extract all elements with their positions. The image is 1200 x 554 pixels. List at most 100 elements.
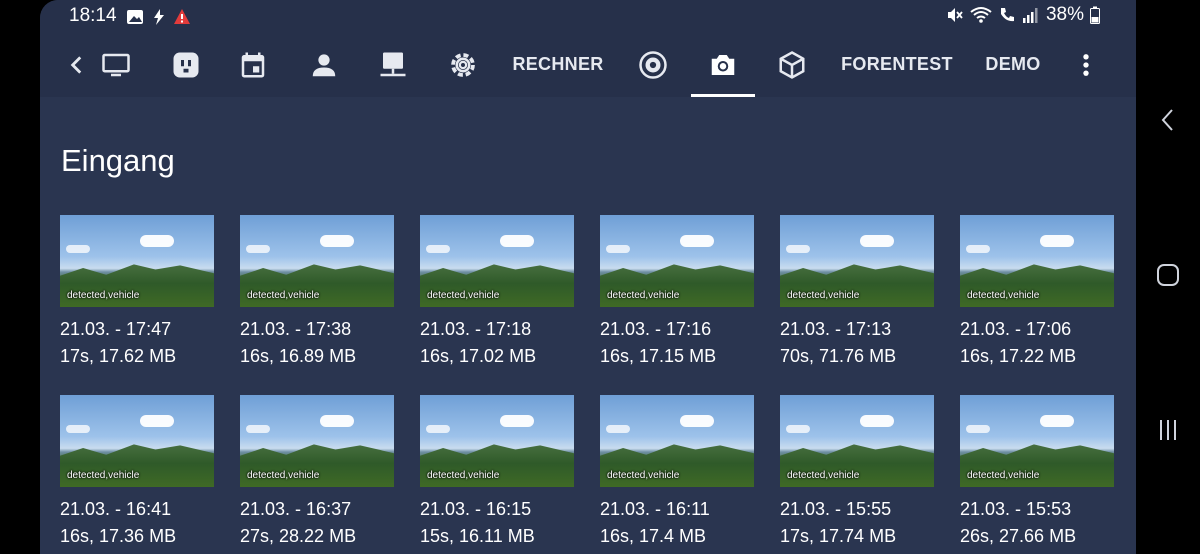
recording-tag: detected,vehicle	[607, 290, 680, 301]
recording-info: 16s, 17.22 MB	[960, 346, 1077, 366]
nav-recents-icon[interactable]	[1154, 416, 1182, 444]
recording-time: 21.03. - 17:13	[780, 319, 892, 339]
battery-icon	[1090, 6, 1100, 24]
thumbnail-cloud	[500, 235, 534, 247]
recording-time: 21.03. - 17:18	[420, 319, 532, 339]
recording-info: 26s, 27.66 MB	[960, 526, 1077, 546]
recording-card[interactable]: detected,vehicle 21.03. - 17:16 16s, 17.15…	[600, 215, 754, 370]
thumbnail-cloud	[66, 245, 90, 253]
recording-thumbnail[interactable]: detected,vehicle	[240, 215, 394, 307]
recording-card[interactable]: detected,vehicle 21.03. - 17:38 16s, 16.89…	[240, 215, 394, 370]
tab-demo[interactable]: DEMO	[976, 32, 1050, 97]
thumbnail-cloud	[606, 425, 630, 433]
recording-card[interactable]: detected,vehicle 21.03. - 15:53 26s, 27.66…	[960, 395, 1114, 550]
tab-person[interactable]	[304, 32, 344, 97]
wifi-call-icon	[1000, 8, 1014, 22]
calendar-icon	[241, 52, 265, 77]
thumbnail-cloud	[1040, 415, 1074, 427]
thumbnail-cloud	[966, 245, 990, 253]
thumbnail-cloud	[680, 235, 714, 247]
recording-time: 21.03. - 16:11	[600, 499, 710, 519]
tab-socket[interactable]	[166, 32, 206, 97]
tab-monitor[interactable]	[96, 32, 136, 97]
recording-time: 21.03. - 15:53	[960, 499, 1072, 519]
recording-card[interactable]: detected,vehicle 21.03. - 16:37 27s, 28.22…	[240, 395, 394, 550]
recording-time: 21.03. - 15:55	[780, 499, 892, 519]
tab-box[interactable]	[772, 32, 812, 97]
back-chevron-icon	[70, 55, 82, 74]
recording-info: 15s, 16.11 MB	[420, 526, 535, 546]
recording-thumbnail[interactable]: detected,vehicle	[600, 215, 754, 307]
thumbnail-cloud	[66, 425, 90, 433]
recording-info: 16s, 17.36 MB	[60, 526, 177, 546]
tab-forentest[interactable]: FORENTEST	[837, 32, 957, 97]
recording-tag: detected,vehicle	[787, 290, 860, 301]
tab-settings[interactable]	[443, 32, 483, 97]
flash-notification-icon	[154, 9, 164, 25]
tab-network[interactable]	[373, 32, 413, 97]
tab-camera[interactable]	[691, 32, 755, 97]
battery-percent: 38%	[1045, 4, 1084, 25]
tab-camera-dome[interactable]	[633, 32, 673, 97]
recording-info: 16s, 17.02 MB	[420, 346, 537, 366]
recording-thumbnail[interactable]: detected,vehicle	[240, 395, 394, 487]
recording-info: 27s, 28.22 MB	[240, 526, 357, 546]
network-icon	[380, 52, 406, 76]
recording-thumbnail[interactable]: detected,vehicle	[420, 215, 574, 307]
thumbnail-cloud	[606, 245, 630, 253]
warning-notification-icon	[174, 9, 190, 24]
thumbnail-cloud	[500, 415, 534, 427]
more-menu-button[interactable]	[1072, 32, 1100, 97]
recording-info: 16s, 17.4 MB	[600, 526, 707, 546]
recording-time: 21.03. - 16:37	[240, 499, 352, 519]
back-button[interactable]	[64, 32, 90, 97]
recording-tag: detected,vehicle	[787, 470, 860, 481]
recording-thumbnail[interactable]: detected,vehicle	[60, 215, 214, 307]
nav-back-icon[interactable]	[1154, 106, 1182, 134]
recording-card[interactable]: detected,vehicle 21.03. - 17:18 16s, 17.02…	[420, 215, 574, 370]
recording-card[interactable]: detected,vehicle 21.03. - 16:15 15s, 16.11…	[420, 395, 574, 550]
recording-tag: detected,vehicle	[67, 290, 140, 301]
status-right-group: 38%	[946, 4, 1100, 26]
recording-card[interactable]: detected,vehicle 21.03. - 16:41 16s, 17.36…	[60, 395, 214, 550]
tab-rechner[interactable]: RECHNER	[510, 32, 606, 97]
recording-thumbnail[interactable]: detected,vehicle	[960, 215, 1114, 307]
recording-thumbnail[interactable]: detected,vehicle	[780, 395, 934, 487]
recording-thumbnail[interactable]: detected,vehicle	[600, 395, 754, 487]
recording-info: 16s, 16.89 MB	[240, 346, 357, 366]
thumbnail-cloud	[966, 425, 990, 433]
recording-card[interactable]: detected,vehicle 21.03. - 17:47 17s, 17.62…	[60, 215, 214, 370]
recording-time: 21.03. - 16:41	[60, 499, 172, 519]
recording-thumbnail[interactable]: detected,vehicle	[60, 395, 214, 487]
thumbnail-cloud	[426, 245, 450, 253]
recording-info: 70s, 71.76 MB	[780, 346, 897, 366]
wifi-icon	[970, 7, 992, 23]
recording-thumbnail[interactable]: detected,vehicle	[420, 395, 574, 487]
recording-thumbnail[interactable]: detected,vehicle	[960, 395, 1114, 487]
recordings-panel: Eingang detected,vehicle 21.03. - 17:47 17…	[40, 97, 1136, 554]
thumbnail-cloud	[140, 415, 174, 427]
recording-card[interactable]: detected,vehicle 21.03. - 16:11 16s, 17.4 …	[600, 395, 754, 550]
recording-tag: detected,vehicle	[67, 470, 140, 481]
thumbnail-cloud	[860, 235, 894, 247]
thumbnail-cloud	[320, 415, 354, 427]
tab-calendar[interactable]	[233, 32, 273, 97]
signal-icon	[1022, 8, 1038, 23]
recording-card[interactable]: detected,vehicle 21.03. - 17:06 16s, 17.22…	[960, 215, 1114, 370]
recording-card[interactable]: detected,vehicle 21.03. - 15:55 17s, 17.74…	[780, 395, 934, 550]
more-vertical-icon	[1083, 53, 1089, 76]
monitor-icon	[102, 53, 130, 76]
recording-card[interactable]: detected,vehicle 21.03. - 17:13 70s, 71.76…	[780, 215, 934, 370]
thumbnail-cloud	[246, 425, 270, 433]
thumbnail-cloud	[680, 415, 714, 427]
recording-time: 21.03. - 17:06	[960, 319, 1072, 339]
box-icon	[779, 50, 805, 79]
recording-thumbnail[interactable]: detected,vehicle	[780, 215, 934, 307]
nav-home-icon[interactable]	[1154, 261, 1182, 289]
top-app-bar: 18:14 38% RECHNER FORENTEST DEMO	[40, 0, 1136, 97]
recording-tag: detected,vehicle	[427, 470, 500, 481]
recording-time: 21.03. - 17:47	[60, 319, 172, 339]
recording-tag: detected,vehicle	[967, 470, 1040, 481]
thumbnail-cloud	[786, 425, 810, 433]
recording-info: 17s, 17.74 MB	[780, 526, 897, 546]
